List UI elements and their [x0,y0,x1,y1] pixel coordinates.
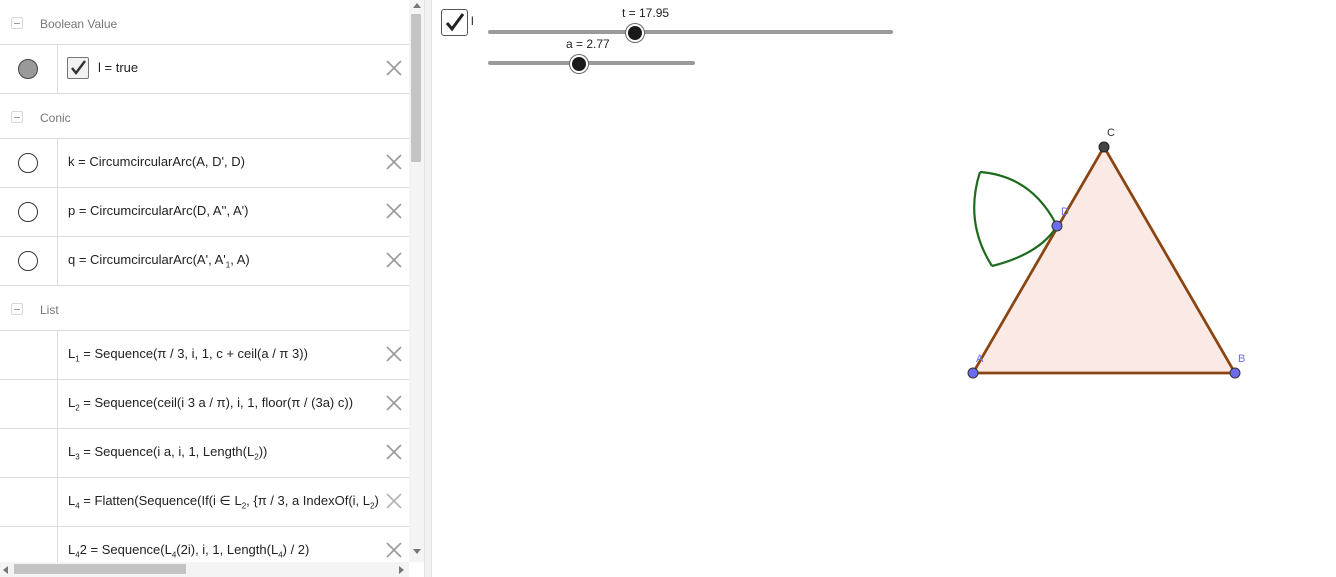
expr-part: q = CircumcircularArc(A', A' [68,252,226,267]
scroll-right-icon[interactable] [399,566,404,574]
algebra-list: Boolean Value l = true Conic k = Circumc… [0,0,409,562]
scroll-up-icon[interactable] [413,3,421,8]
algebra-view: Boolean Value l = true Conic k = Circumc… [0,0,424,577]
slider-t-label: t = 17.95 [622,6,670,20]
expr-part: ) [374,493,379,508]
collapse-boolean-icon[interactable] [11,17,23,29]
group-label-conic: Conic [40,111,71,125]
marble-cell [0,45,58,93]
label-C: C [1107,127,1115,139]
visibility-toggle[interactable] [18,202,38,222]
group-header-conic[interactable]: Conic [0,94,409,139]
visibility-toggle[interactable] [18,59,38,79]
visibility-toggle[interactable] [18,251,38,271]
graphics-canvas[interactable]: A B C D [432,0,1336,577]
delete-icon[interactable] [384,201,404,221]
marble-cell [0,188,58,236]
slider-a-track[interactable] [488,61,695,65]
expr-part: = Sequence(π / 3, i, 1, c + ceil(a / π 3… [79,346,308,361]
group-header-boolean[interactable]: Boolean Value [0,0,409,45]
expr-part: ) / 2) [282,542,310,557]
label-D: D [1061,206,1069,218]
expr-part: , {π / 3, a IndexOf(i, L [246,493,371,508]
expression-q[interactable]: q = CircumcircularArc(A', A'1, A) [68,252,250,270]
arc-k[interactable] [979,170,1058,227]
boolean-checkbox[interactable] [67,57,89,79]
delete-icon[interactable] [384,152,404,172]
delete-icon[interactable] [384,540,404,560]
algebra-row-L1[interactable]: L1 = Sequence(π / 3, i, 1, c + ceil(a / … [0,331,409,380]
label-A: A [976,353,984,365]
delete-icon[interactable] [384,58,404,78]
graphics-view[interactable]: A B C D l t = 17.95 a = 2.77 [432,0,1336,577]
collapse-list-icon[interactable] [11,303,23,315]
expression-L1[interactable]: L1 = Sequence(π / 3, i, 1, c + ceil(a / … [68,346,308,364]
marble-cell [0,139,58,187]
group-label-boolean: Boolean Value [40,17,118,31]
algebra-row-L3[interactable]: L3 = Sequence(i a, i, 1, Length(L2)) [0,429,409,478]
expression-k[interactable]: k = CircumcircularArc(A, D', D) [68,154,245,169]
algebra-row-q[interactable]: q = CircumcircularArc(A', A'1, A) [0,237,409,286]
scroll-left-icon[interactable] [3,566,8,574]
expr-part: 2 = Sequence(L [79,542,172,557]
algebra-row-L2[interactable]: L2 = Sequence(ceil(i 3 a / π), i, 1, flo… [0,380,409,429]
arc-p[interactable] [973,171,993,267]
scroll-down-icon[interactable] [413,549,421,554]
slider-a-label: a = 2.77 [566,37,610,51]
expression-L42[interactable]: L42 = Sequence(L4(2i), i, 1, Length(L4) … [68,542,309,560]
delete-icon[interactable] [384,344,404,364]
checkmark-icon [71,60,86,75]
marble-cell [0,429,58,477]
expr-part: (2i), i, 1, Length(L [176,542,279,557]
point-D[interactable] [1051,220,1063,232]
expression-L4[interactable]: L4 = Flatten(Sequence(If(i ∈ L2, {π / 3,… [68,493,404,511]
vertical-scrollbar[interactable] [409,0,424,562]
expression-L3[interactable]: L3 = Sequence(i a, i, 1, Length(L2)) [68,444,267,462]
slider-t-knob[interactable] [626,24,644,42]
group-header-list[interactable]: List [0,286,409,331]
expression-l[interactable]: l = true [98,60,138,75]
delete-icon[interactable] [384,250,404,270]
slider-a-knob[interactable] [570,55,588,73]
expr-part: = Flatten(Sequence(If(i ∈ L [79,493,242,508]
algebra-row-L42[interactable]: L42 = Sequence(L4(2i), i, 1, Length(L4) … [0,527,409,562]
algebra-row-L4[interactable]: L4 = Flatten(Sequence(If(i ∈ L2, {π / 3,… [0,478,409,527]
algebra-row-l[interactable]: l = true [0,45,409,94]
expression-p[interactable]: p = CircumcircularArc(D, A'', A') [68,203,248,218]
graphics-checkbox-label: l [471,14,474,28]
group-label-list: List [40,303,59,317]
algebra-row-k[interactable]: k = CircumcircularArc(A, D', D) [0,139,409,188]
horizontal-scrollbar[interactable] [0,562,409,577]
marble-cell [0,380,58,428]
delete-icon[interactable] [384,442,404,462]
view-divider[interactable] [424,0,432,577]
delete-icon[interactable] [384,491,404,511]
expr-part: = Sequence(ceil(i 3 a / π), i, 1, floor(… [79,395,354,410]
marble-cell [0,331,58,379]
collapse-conic-icon[interactable] [11,111,23,123]
point-C[interactable] [1098,141,1110,153]
algebra-row-p[interactable]: p = CircumcircularArc(D, A'', A') [0,188,409,237]
label-B: B [1238,353,1245,365]
checkmark-icon [445,13,465,32]
expression-L2[interactable]: L2 = Sequence(ceil(i 3 a / π), i, 1, flo… [68,395,353,413]
marble-cell [0,478,58,526]
delete-icon[interactable] [384,393,404,413]
marble-cell [0,527,58,562]
scrollbar-thumb[interactable] [14,564,186,574]
marble-cell [0,237,58,285]
visibility-toggle[interactable] [18,153,38,173]
expr-part: = Sequence(i a, i, 1, Length(L [79,444,255,459]
scrollbar-thumb[interactable] [411,14,421,162]
graphics-checkbox-l[interactable] [441,9,468,36]
point-A[interactable] [967,367,979,379]
expr-part: )) [258,444,268,459]
point-B[interactable] [1229,367,1241,379]
slider-t-track[interactable] [488,30,893,34]
expr-part: , A) [230,252,250,267]
